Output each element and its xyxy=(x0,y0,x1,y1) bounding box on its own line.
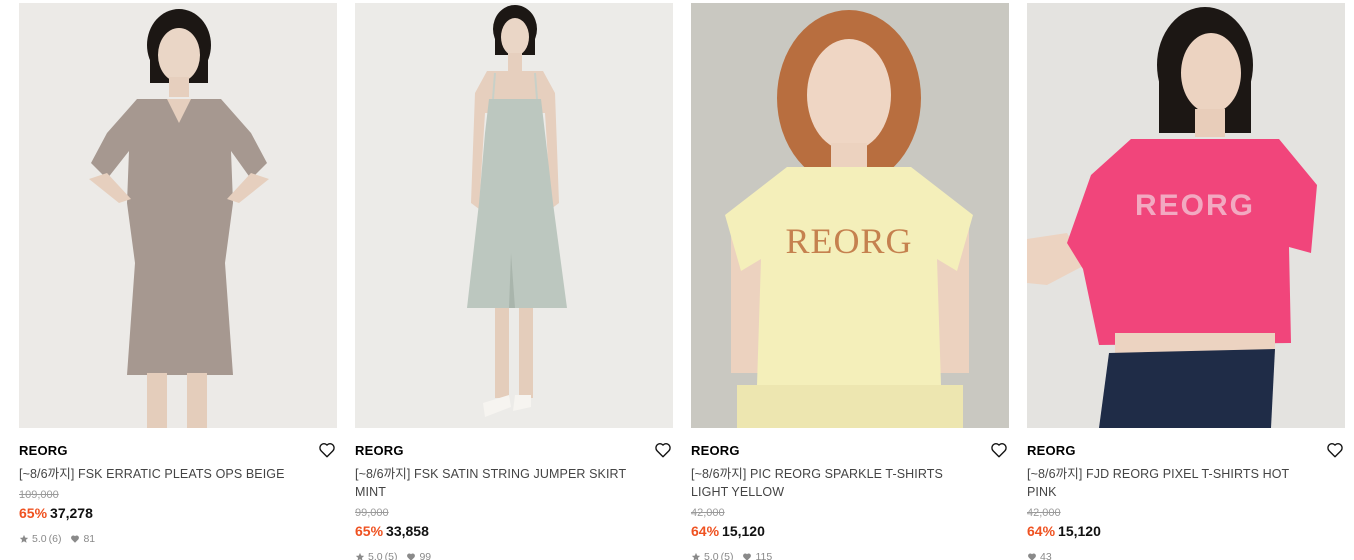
review-count: (5) xyxy=(720,551,734,560)
tshirt-print: REORG xyxy=(785,221,912,261)
price-row: 64% 15,120 xyxy=(691,521,1009,541)
sale-price: 33,858 xyxy=(386,523,429,539)
discount-rate: 64% xyxy=(691,523,720,539)
rating-value: 5.0 xyxy=(32,533,47,545)
brand-name[interactable]: REORG xyxy=(691,441,1009,461)
original-price: 99,000 xyxy=(355,507,389,519)
sale-price: 37,278 xyxy=(50,505,93,521)
product-meta: 43 xyxy=(1027,550,1345,560)
original-price: 109,000 xyxy=(19,489,59,501)
brand-name[interactable]: REORG xyxy=(355,441,673,461)
sale-price: 15,120 xyxy=(1058,523,1101,539)
price-row: 65% 37,278 xyxy=(19,503,337,523)
brand-name[interactable]: REORG xyxy=(19,441,337,461)
rating-value: 5.0 xyxy=(704,551,719,560)
like-count: 115 xyxy=(755,551,773,560)
discount-rate: 64% xyxy=(1027,523,1056,539)
wishlist-heart-icon[interactable] xyxy=(654,441,672,459)
price-row: 65% 33,858 xyxy=(355,521,673,541)
likes-group: 99 xyxy=(406,550,431,560)
star-icon xyxy=(691,552,701,560)
product-meta: 5.0 (5) 115 xyxy=(691,550,1009,560)
brand-row: REORG xyxy=(355,441,673,463)
product-title[interactable]: [~8/6까지] PIC REORG SPARKLE T-SHIRTS LIGH… xyxy=(691,465,1009,501)
original-price: 42,000 xyxy=(1027,507,1061,519)
heart-filled-icon xyxy=(742,552,752,560)
review-count: (5) xyxy=(384,551,398,560)
rating-group: 5.0 (5) xyxy=(691,550,733,560)
brand-name[interactable]: REORG xyxy=(1027,441,1345,461)
product-card[interactable]: REORG [~8/6까지] FSK SATIN STRING JUMPER S… xyxy=(355,3,673,560)
product-title[interactable]: [~8/6까지] FSK SATIN STRING JUMPER SKIRT M… xyxy=(355,465,673,501)
product-meta: 5.0 (5) 99 xyxy=(355,550,673,560)
likes-group: 43 xyxy=(1027,550,1052,560)
price-row: 64% 15,120 xyxy=(1027,521,1345,541)
original-price: 42,000 xyxy=(691,507,725,519)
review-count: (6) xyxy=(48,533,62,545)
product-card[interactable]: REORG REORG [~8/6까지] PIC REORG SPARKLE T… xyxy=(691,3,1009,560)
product-card[interactable]: REORG REORG [~8/6까지] FJD REORG PIXEL T-S… xyxy=(1027,3,1345,560)
heart-filled-icon xyxy=(70,534,80,544)
like-count: 81 xyxy=(83,533,96,545)
like-count: 43 xyxy=(1040,551,1052,560)
sale-price: 15,120 xyxy=(722,523,765,539)
heart-filled-icon xyxy=(406,552,416,560)
discount-rate: 65% xyxy=(19,505,48,521)
product-image[interactable]: REORG xyxy=(1027,3,1345,428)
star-icon xyxy=(355,552,365,560)
product-title[interactable]: [~8/6까지] FSK ERRATIC PLEATS OPS BEIGE xyxy=(19,465,337,483)
product-title[interactable]: [~8/6까지] FJD REORG PIXEL T-SHIRTS HOT PI… xyxy=(1027,465,1345,501)
product-image[interactable] xyxy=(19,3,337,428)
like-count: 99 xyxy=(419,551,432,560)
likes-group: 81 xyxy=(70,532,95,546)
heart-filled-icon xyxy=(1027,552,1037,560)
tshirt-print: REORG xyxy=(1135,189,1255,222)
product-grid: REORG [~8/6까지] FSK ERRATIC PLEATS OPS BE… xyxy=(19,3,1345,560)
wishlist-heart-icon[interactable] xyxy=(318,441,336,459)
brand-row: REORG xyxy=(19,441,337,463)
rating-group: 5.0 (6) xyxy=(19,532,61,546)
rating-group: 5.0 (5) xyxy=(355,550,397,560)
rating-value: 5.0 xyxy=(368,551,383,560)
product-image[interactable] xyxy=(355,3,673,428)
brand-row: REORG xyxy=(1027,441,1345,463)
product-meta: 5.0 (6) 81 xyxy=(19,532,337,546)
product-card[interactable]: REORG [~8/6까지] FSK ERRATIC PLEATS OPS BE… xyxy=(19,3,337,546)
star-icon xyxy=(19,534,29,544)
discount-rate: 65% xyxy=(355,523,384,539)
product-image[interactable]: REORG xyxy=(691,3,1009,428)
brand-row: REORG xyxy=(691,441,1009,463)
likes-group: 115 xyxy=(742,550,772,560)
wishlist-heart-icon[interactable] xyxy=(990,441,1008,459)
wishlist-heart-icon[interactable] xyxy=(1326,441,1344,459)
